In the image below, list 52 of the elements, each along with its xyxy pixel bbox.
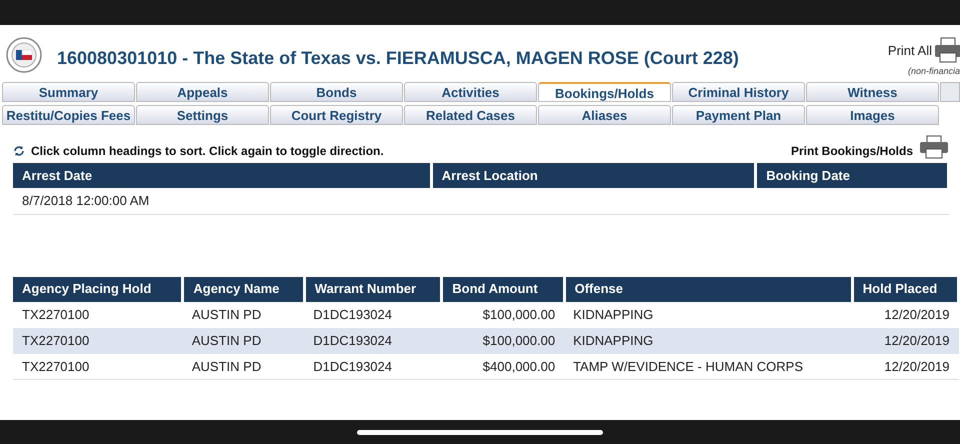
print-bookings-link[interactable]: Print Bookings/Holds	[790, 142, 913, 160]
table-cell: 12/20/2019	[852, 354, 958, 380]
column-header[interactable]: Arrest Date	[13, 163, 432, 188]
table-cell: D1DC193024	[304, 328, 442, 354]
table-cell: $100,000.00	[442, 302, 564, 328]
table-cell: TAMP W/EVIDENCE - HUMAN CORPS	[564, 354, 852, 380]
table-cell: 12/20/2019	[852, 302, 958, 328]
table-cell: D1DC193024	[304, 354, 442, 380]
column-header[interactable]: Booking Date	[756, 163, 948, 188]
tab[interactable]: Related Cases	[404, 105, 537, 125]
refresh-icon[interactable]	[13, 145, 25, 157]
tab[interactable]: Payment Plan	[672, 105, 805, 125]
table-cell: AUSTIN PD	[182, 328, 304, 354]
table-cell: TX2270100	[13, 354, 183, 380]
table-cell: KIDNAPPING	[564, 328, 852, 354]
tab[interactable]: Restitu/Copies Fees	[2, 105, 135, 125]
table-cell: D1DC193024	[304, 302, 442, 328]
tab[interactable]: Court Registry	[270, 105, 403, 125]
column-header[interactable]: Offense	[564, 276, 852, 302]
tab[interactable]: Appeals	[136, 82, 269, 102]
tab[interactable]: Images	[806, 105, 939, 125]
column-header[interactable]: Bond Amount	[442, 276, 564, 302]
tab[interactable]: Activities	[404, 82, 537, 102]
home-indicator[interactable]	[357, 430, 603, 434]
tab[interactable]: Aliases	[538, 105, 671, 125]
tab[interactable]: Summary	[2, 82, 135, 102]
table-cell: TX2270100	[13, 302, 183, 328]
column-header[interactable]: Agency Name	[182, 276, 304, 302]
table-cell: 8/7/2018 12:00:00 AM	[13, 188, 432, 214]
table-cell: $400,000.00	[442, 354, 564, 380]
column-header[interactable]: Agency Placing Hold	[13, 276, 183, 302]
table-cell: 12/20/2019	[852, 328, 958, 354]
sort-hint: Click column headings to sort. Click again to toggle direction.	[31, 143, 384, 160]
tab[interactable]: Witness	[806, 82, 939, 102]
tab[interactable]: Bonds	[270, 82, 403, 102]
table-cell: TX2270100	[13, 328, 183, 354]
column-header[interactable]: Warrant Number	[304, 276, 442, 302]
table-cell: AUSTIN PD	[182, 354, 304, 380]
print-all-link[interactable]: Print All	[888, 41, 932, 61]
column-header[interactable]: Arrest Location	[431, 163, 756, 188]
print-note: (non-financia	[908, 65, 960, 78]
printer-icon[interactable]	[934, 37, 960, 63]
tab[interactable]: Settings	[136, 105, 269, 125]
case-title: 160080301010 - The State of Texas vs. FIERAMUSCA, MAGEN ROSE (Court 228)	[57, 47, 739, 70]
printer-icon[interactable]	[919, 135, 949, 159]
tab[interactable]: Bookings/Holds	[538, 82, 671, 102]
tab[interactable]: Criminal History	[672, 82, 805, 102]
table-cell: AUSTIN PD	[182, 302, 304, 328]
table-cell: $100,000.00	[442, 328, 564, 354]
seal-icon	[6, 37, 42, 73]
column-header[interactable]: Hold Placed	[852, 276, 958, 302]
table-cell: KIDNAPPING	[564, 302, 852, 328]
